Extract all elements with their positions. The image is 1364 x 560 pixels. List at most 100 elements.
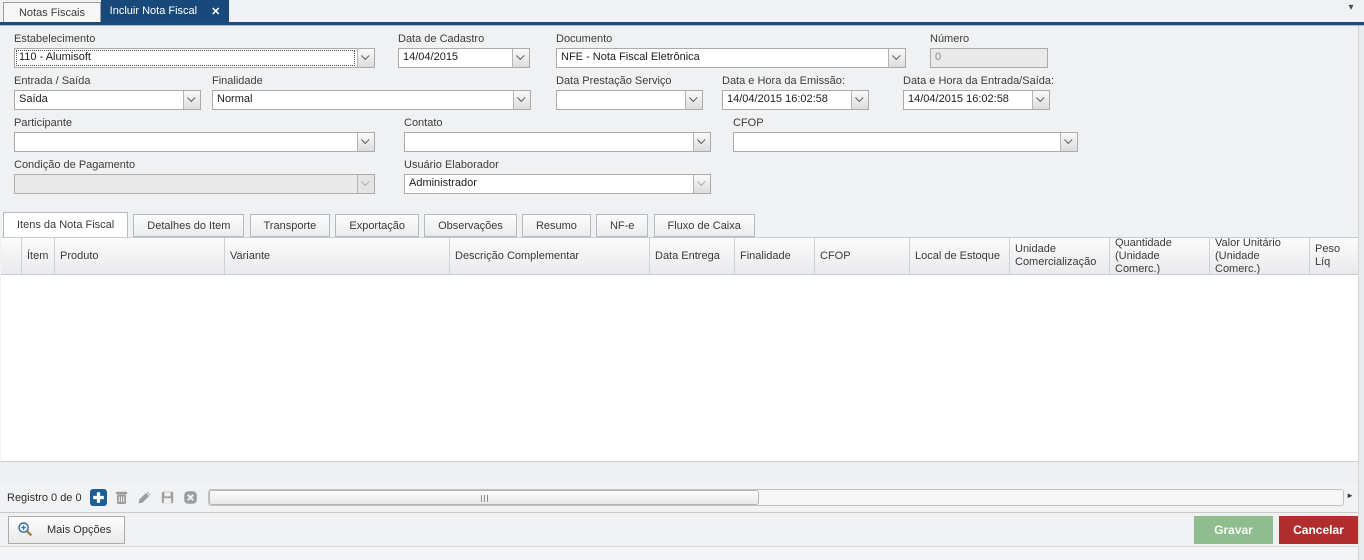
tab-detalhes-do-item[interactable]: Detalhes do Item — [133, 214, 244, 237]
horizontal-scrollbar[interactable] — [208, 489, 1344, 506]
combobox-value — [15, 133, 357, 151]
col-peso-liquido[interactable]: Peso Líq — [1310, 238, 1358, 274]
condicao-pagamento-combobox — [14, 174, 375, 194]
chevron-down-icon[interactable] — [357, 49, 374, 67]
chevron-down-icon[interactable] — [513, 91, 530, 109]
combobox-value: 110 - Alumisoft — [15, 49, 357, 67]
combobox-value — [557, 91, 685, 109]
combobox-value: Saída — [15, 91, 183, 109]
field-label: Contato — [404, 117, 711, 129]
entrada-saida-combobox[interactable]: Saída — [14, 90, 201, 110]
tab-overflow-icon[interactable]: ▾ — [1344, 1, 1358, 15]
col-quantidade[interactable]: Quantidade (Unidade Comerc.) — [1110, 238, 1210, 274]
contato-combobox[interactable] — [404, 132, 711, 152]
scrollbar-thumb[interactable] — [209, 490, 759, 505]
tab-exportacao[interactable]: Exportação — [335, 214, 419, 237]
usuario-elaborador-combobox: Administrador — [404, 174, 711, 194]
gravar-button[interactable]: Gravar — [1194, 516, 1273, 544]
combobox-value: Administrador — [405, 175, 693, 193]
field-label: Documento — [556, 33, 906, 45]
tab-observacoes[interactable]: Observações — [424, 214, 517, 237]
mais-opcoes-button[interactable]: Mais Opções — [8, 516, 125, 544]
col-produto[interactable]: Produto — [55, 238, 225, 274]
tab-fluxo-de-caixa[interactable]: Fluxo de Caixa — [654, 214, 755, 237]
items-grid-body[interactable] — [1, 275, 1358, 462]
combobox-value: 14/04/2015 16:02:58 — [723, 91, 851, 109]
field-documento: Documento NFE - Nota Fiscal Eletrônica — [556, 33, 906, 68]
input-value: 0 — [931, 49, 1047, 67]
col-finalidade[interactable]: Finalidade — [735, 238, 815, 274]
chevron-down-icon[interactable] — [1032, 91, 1049, 109]
col-descricao-complementar[interactable]: Descrição Complementar — [450, 238, 650, 274]
field-finalidade: Finalidade Normal — [212, 75, 531, 110]
chevron-down-icon[interactable] — [357, 133, 374, 151]
cancel-edit-icon — [182, 489, 200, 507]
chevron-down-icon[interactable] — [512, 49, 529, 67]
participante-combobox[interactable] — [14, 132, 375, 152]
field-label: Finalidade — [212, 75, 531, 87]
cfop-combobox[interactable] — [733, 132, 1078, 152]
col-cfop[interactable]: CFOP — [815, 238, 910, 274]
field-entrada-saida: Entrada / Saída Saída — [14, 75, 201, 110]
field-label: Participante — [14, 117, 375, 129]
field-label: Condição de Pagamento — [14, 159, 375, 171]
chevron-down-icon[interactable] — [183, 91, 200, 109]
field-contato: Contato — [404, 117, 711, 152]
documento-combobox[interactable]: NFE - Nota Fiscal Eletrônica — [556, 48, 906, 68]
add-record-button[interactable] — [90, 489, 108, 507]
field-label: Data de Cadastro — [398, 33, 530, 45]
tab-incluir-nota-fiscal[interactable]: Incluir Nota Fiscal ✕ — [101, 0, 229, 22]
field-label: Usuário Elaborador — [404, 159, 711, 171]
tab-label: Incluir Nota Fiscal — [110, 5, 197, 17]
mais-opcoes-label: Mais Opções — [47, 524, 111, 536]
zoom-icon — [17, 521, 33, 540]
col-unidade-comercializacao[interactable]: Unidade Comercialização — [1010, 238, 1110, 274]
bottom-edge — [0, 546, 1364, 560]
col-item[interactable]: Ítem — [22, 238, 55, 274]
chevron-down-icon[interactable] — [693, 133, 710, 151]
field-data-emissao: Data e Hora da Emissão: 14/04/2015 16:02… — [722, 75, 869, 110]
right-edge — [1358, 26, 1364, 560]
estabelecimento-combobox[interactable]: 110 - Alumisoft — [14, 48, 375, 68]
field-label: Entrada / Saída — [14, 75, 201, 87]
tab-resumo[interactable]: Resumo — [522, 214, 591, 237]
combobox-value: 14/04/2015 16:02:58 — [904, 91, 1032, 109]
tab-nfe[interactable]: NF-e — [596, 214, 648, 237]
scrollbar-grip — [481, 495, 489, 502]
data-entrada-saida-combobox[interactable]: 14/04/2015 16:02:58 — [903, 90, 1050, 110]
tab-notas-fiscais[interactable]: Notas Fiscais — [3, 2, 101, 22]
chevron-down-icon[interactable] — [685, 91, 702, 109]
field-cfop: CFOP — [733, 117, 1078, 152]
chevron-down-icon[interactable] — [1060, 133, 1077, 151]
cancelar-button[interactable]: Cancelar — [1279, 516, 1358, 544]
tab-itens-da-nota-fiscal[interactable]: Itens da Nota Fiscal — [3, 212, 128, 237]
finalidade-combobox[interactable]: Normal — [212, 90, 531, 110]
numero-input: 0 — [930, 48, 1048, 68]
field-label: Data e Hora da Emissão: — [722, 75, 869, 87]
col-data-entrega[interactable]: Data Entrega — [650, 238, 735, 274]
record-count-status: Registro 0 de 0 — [7, 492, 82, 504]
field-participante: Participante — [14, 117, 375, 152]
combobox-value: 14/04/2015 — [399, 49, 512, 67]
data-emissao-combobox[interactable]: 14/04/2015 16:02:58 — [722, 90, 869, 110]
chevron-down-icon[interactable] — [851, 91, 868, 109]
col-valor-unitario[interactable]: Valor Unitário (Unidade Comerc.) — [1210, 238, 1310, 274]
chevron-down-icon — [693, 175, 710, 193]
active-tab-underline-shadow — [0, 25, 1364, 26]
col-row-indicator — [1, 238, 22, 274]
combobox-value — [15, 175, 357, 193]
data-de-cadastro-combobox[interactable]: 14/04/2015 — [398, 48, 530, 68]
field-data-entrada-saida: Data e Hora da Entrada/Saída: 14/04/2015… — [903, 75, 1050, 110]
tab-label: Notas Fiscais — [19, 7, 85, 19]
combobox-value: Normal — [213, 91, 513, 109]
chevron-down-icon[interactable] — [888, 49, 905, 67]
field-label: Data e Hora da Entrada/Saída: — [903, 75, 1050, 87]
scroll-right-icon[interactable]: ► — [1346, 491, 1354, 500]
close-icon[interactable]: ✕ — [211, 5, 220, 18]
col-variante[interactable]: Variante — [225, 238, 450, 274]
tab-transporte[interactable]: Transporte — [250, 214, 331, 237]
data-prestacao-servico-combobox[interactable] — [556, 90, 703, 110]
col-local-de-estoque[interactable]: Local de Estoque — [910, 238, 1010, 274]
field-label: Estabelecimento — [14, 33, 375, 45]
field-estabelecimento: Estabelecimento 110 - Alumisoft — [14, 33, 375, 68]
